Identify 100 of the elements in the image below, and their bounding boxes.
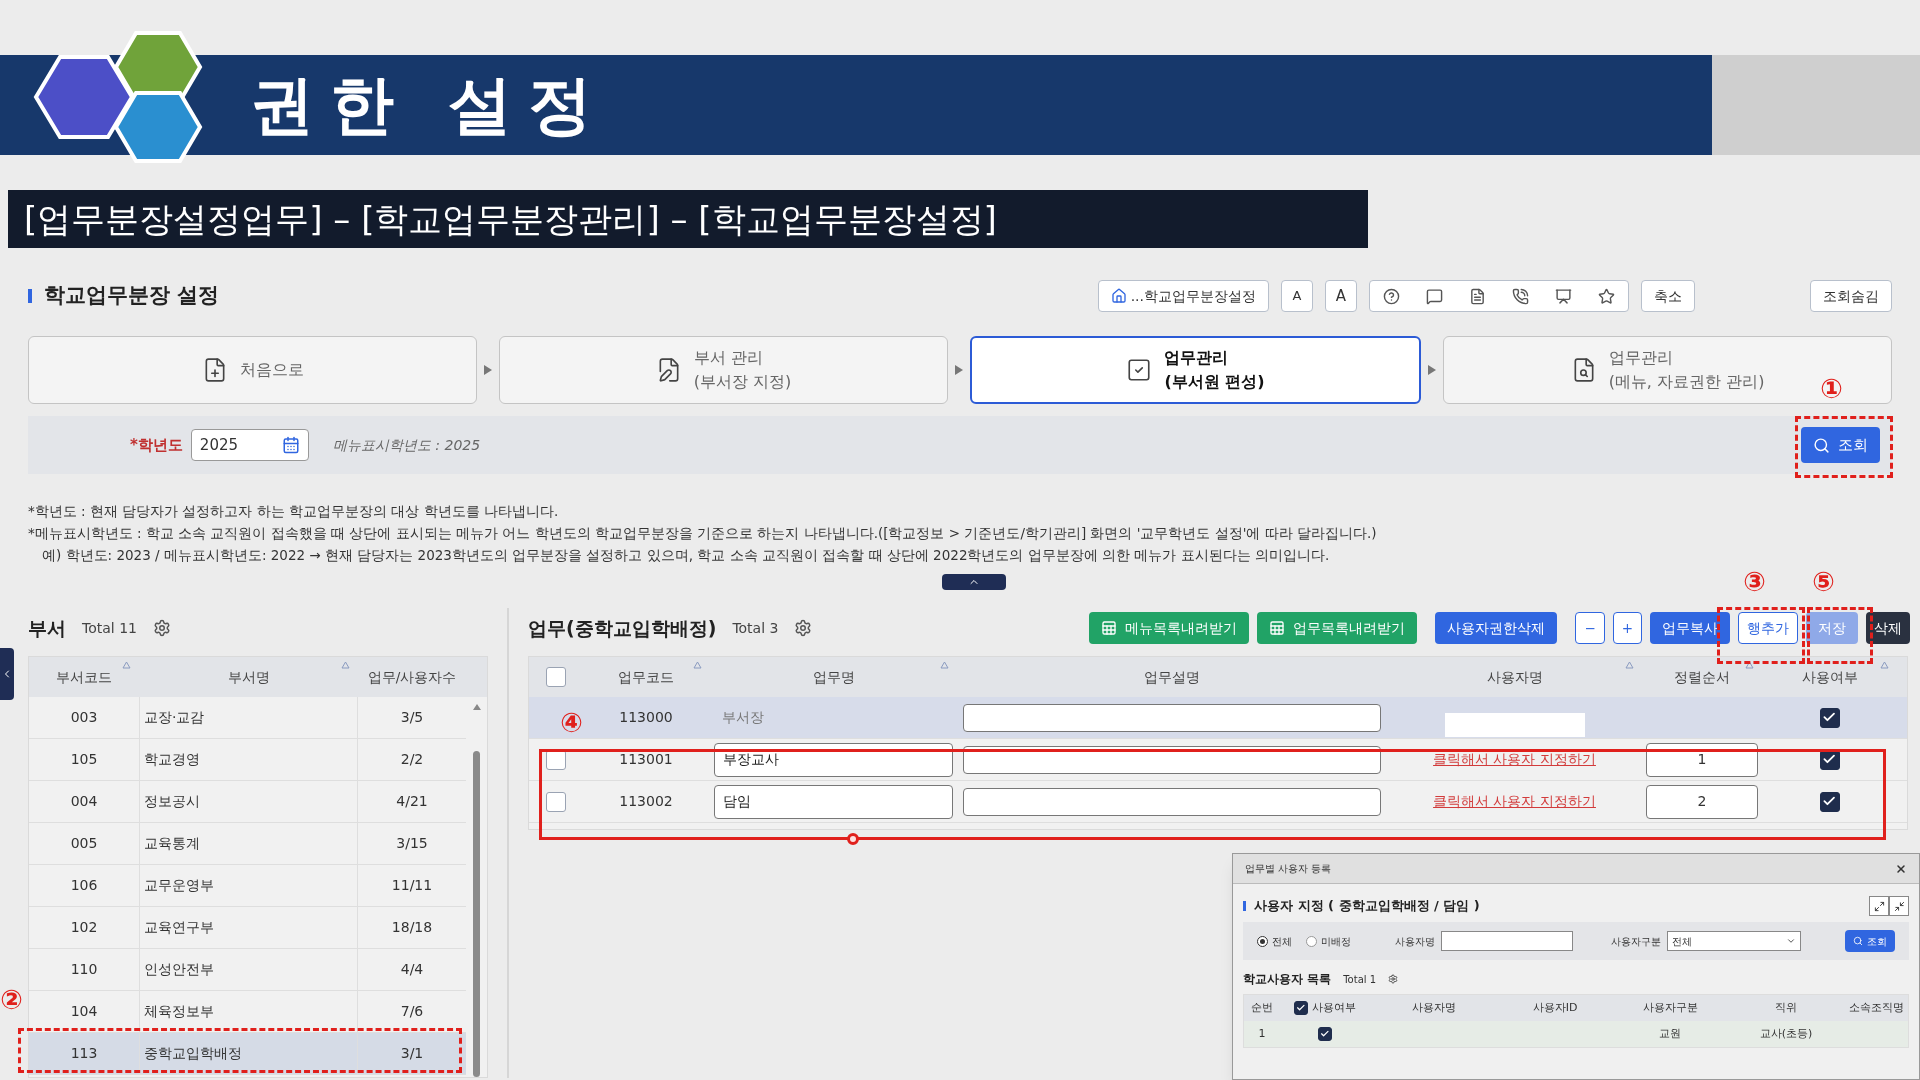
step-arrow-icon xyxy=(954,364,964,376)
user-type-select[interactable]: 전체 xyxy=(1667,931,1801,951)
column-header[interactable]: 부서코드 xyxy=(29,657,139,697)
location-button[interactable]: ...학교업무분장설정 xyxy=(1097,280,1269,312)
action-button[interactable]: 사용자권한삭제 xyxy=(1435,612,1558,644)
breadcrumb: [업무분장설정업무] – [학교업무분장관리] – [학교업무분장설정] xyxy=(24,197,997,241)
column-header[interactable]: 사용자명 xyxy=(1370,995,1498,1021)
title-marker xyxy=(1243,901,1246,911)
assign-user-link[interactable]: 클릭해서 사용자 지정하기 xyxy=(1433,749,1596,770)
column-header[interactable]: 사용여부 xyxy=(1280,995,1370,1021)
table-row[interactable]: 113 중학교입학배정 3/1 xyxy=(29,1033,466,1075)
collapse-button[interactable] xyxy=(1889,896,1909,916)
table-row[interactable]: 105 학교경영 2/2 xyxy=(29,739,466,781)
table-cell-text: 3/1 xyxy=(399,1044,425,1063)
table-row[interactable]: 1 교원 교사(초등) xyxy=(1244,1021,1908,1047)
column-header[interactable]: 부서명 xyxy=(139,657,358,697)
check-icon xyxy=(1320,1029,1330,1039)
table-cell: 정보공시 xyxy=(139,781,358,822)
task-name-field[interactable]: 담임 xyxy=(714,784,953,819)
description-field[interactable] xyxy=(963,703,1381,732)
table-cell-text: 2/2 xyxy=(399,750,425,769)
column-header[interactable]: 사용자명 xyxy=(1387,657,1642,697)
step-number: ② xyxy=(0,985,23,1015)
table-row[interactable]: 113001 부장교사 클릭해서 사용자 지정하기 1 xyxy=(529,739,1907,781)
column-header[interactable]: 사용자구분 xyxy=(1612,995,1728,1021)
field-label: 사용자명 xyxy=(1395,934,1435,949)
checkbox[interactable] xyxy=(1819,707,1840,728)
table-cell-text: 4/4 xyxy=(399,960,425,979)
table-cell: 교육통계 xyxy=(139,823,358,864)
checkbox[interactable] xyxy=(1294,1001,1308,1015)
column-header[interactable]: 직위 xyxy=(1728,995,1844,1021)
assign-user-link[interactable]: 클릭해서 사용자 지정하기 xyxy=(1433,791,1596,812)
column-header[interactable]: 사용여부 xyxy=(1762,657,1897,697)
radio-option[interactable]: 미배정 xyxy=(1306,933,1351,949)
table-cell-text: 104 xyxy=(69,1002,99,1021)
year-field[interactable]: 2025 xyxy=(190,429,309,461)
table-cell-text: 106 xyxy=(69,876,99,895)
expand-button[interactable] xyxy=(1869,896,1889,916)
description-field[interactable] xyxy=(963,787,1381,816)
home-icon xyxy=(1110,288,1127,304)
table-row[interactable]: 113002 담임 클릭해서 사용자 지정하기 2 xyxy=(529,781,1907,823)
step-number: ④ xyxy=(560,708,583,738)
sort-icon[interactable] xyxy=(1745,661,1754,669)
user-name-input[interactable] xyxy=(1441,931,1573,951)
table-cell-text: 교사(초등) xyxy=(1758,1025,1814,1042)
step-tab[interactable]: 처음으로 xyxy=(28,336,477,404)
table-row[interactable]: 106 교무운영부 11/11 xyxy=(29,865,466,907)
table-row[interactable]: 004 정보공시 4/21 xyxy=(29,781,466,823)
scrollbar-thumb[interactable] xyxy=(473,751,480,1077)
checkbox[interactable] xyxy=(1318,1027,1332,1041)
column-header[interactable]: 정렬순서 xyxy=(1642,657,1762,697)
caret-icon xyxy=(1786,936,1796,946)
table-row[interactable]: 110 인성안전부 4/4 xyxy=(29,949,466,991)
column-header[interactable]: 업무설명 xyxy=(957,657,1387,697)
spreadsheet-icon xyxy=(1101,620,1118,636)
calendar-icon xyxy=(281,436,300,454)
table-row[interactable]: 005 교육통계 3/15 xyxy=(29,823,466,865)
task-name-field[interactable]: 부장교사 xyxy=(714,742,953,777)
search-button[interactable]: 조회 xyxy=(1801,427,1880,463)
action-button[interactable]: 업무복사 xyxy=(1650,612,1730,644)
checkbox[interactable] xyxy=(545,791,566,812)
note-text: *학년도 : 현재 담당자가 설정하고자 하는 학교업무분장의 대상 학년도를 나타냅니다. xyxy=(28,502,560,521)
expand-icon xyxy=(1873,900,1885,912)
table-cell-text: 004 xyxy=(69,792,99,811)
column-header[interactable]: 업무/사용자수 xyxy=(358,657,466,697)
column-header[interactable]: 소속조직명 xyxy=(1844,995,1908,1021)
close-icon[interactable] xyxy=(1895,862,1907,875)
search-button[interactable]: 조회 xyxy=(1845,930,1895,952)
order-field[interactable]: 1 xyxy=(1646,742,1758,777)
action-button[interactable]: 행추가 xyxy=(1738,612,1798,644)
checkbox[interactable] xyxy=(545,667,566,687)
scroll-up-icon[interactable] xyxy=(471,703,482,711)
radio-option[interactable]: 전체 xyxy=(1257,933,1292,949)
column-header[interactable]: 업무명 xyxy=(710,657,957,697)
field-label: 사용자구분 xyxy=(1611,934,1661,949)
column-header[interactable]: 사용자ID xyxy=(1498,995,1612,1021)
table-cell: 인성안전부 xyxy=(139,949,358,990)
action-button[interactable]: + xyxy=(1612,612,1642,644)
collapse-button[interactable] xyxy=(942,574,1006,590)
checkbox[interactable] xyxy=(1819,791,1840,812)
action-button[interactable]: − xyxy=(1575,612,1605,644)
font-size-button[interactable]: A xyxy=(1325,280,1357,312)
side-toggle-button[interactable] xyxy=(0,648,14,700)
table-row[interactable]: 003 교장·교감 3/5 xyxy=(29,697,466,739)
panel-title: 부서 xyxy=(28,615,66,641)
order-field[interactable]: 2 xyxy=(1646,784,1758,819)
action-button[interactable]: 삭제 xyxy=(1866,612,1910,644)
table-cell: 체육정보부 xyxy=(139,991,358,1032)
column-header[interactable]: 순번 xyxy=(1244,995,1280,1021)
table-cell: 교무운영부 xyxy=(139,865,358,906)
font-size-button[interactable]: A xyxy=(1281,280,1313,312)
table-cell: 교장·교감 xyxy=(139,697,358,738)
step-tab[interactable]: 업무관리 (부서원 편성) xyxy=(970,336,1421,404)
step-tab[interactable]: 부서 관리 (부서장 지정) xyxy=(499,336,948,404)
table-cell-text: 113002 xyxy=(618,792,674,811)
title-marker xyxy=(28,289,32,303)
column-header[interactable]: 업무코드 xyxy=(582,657,710,697)
hide-search-button[interactable]: 조회숨김 xyxy=(1810,280,1892,312)
table-row[interactable]: 102 교육연구부 18/18 xyxy=(29,907,466,949)
shrink-button[interactable]: 축소 xyxy=(1641,280,1695,312)
